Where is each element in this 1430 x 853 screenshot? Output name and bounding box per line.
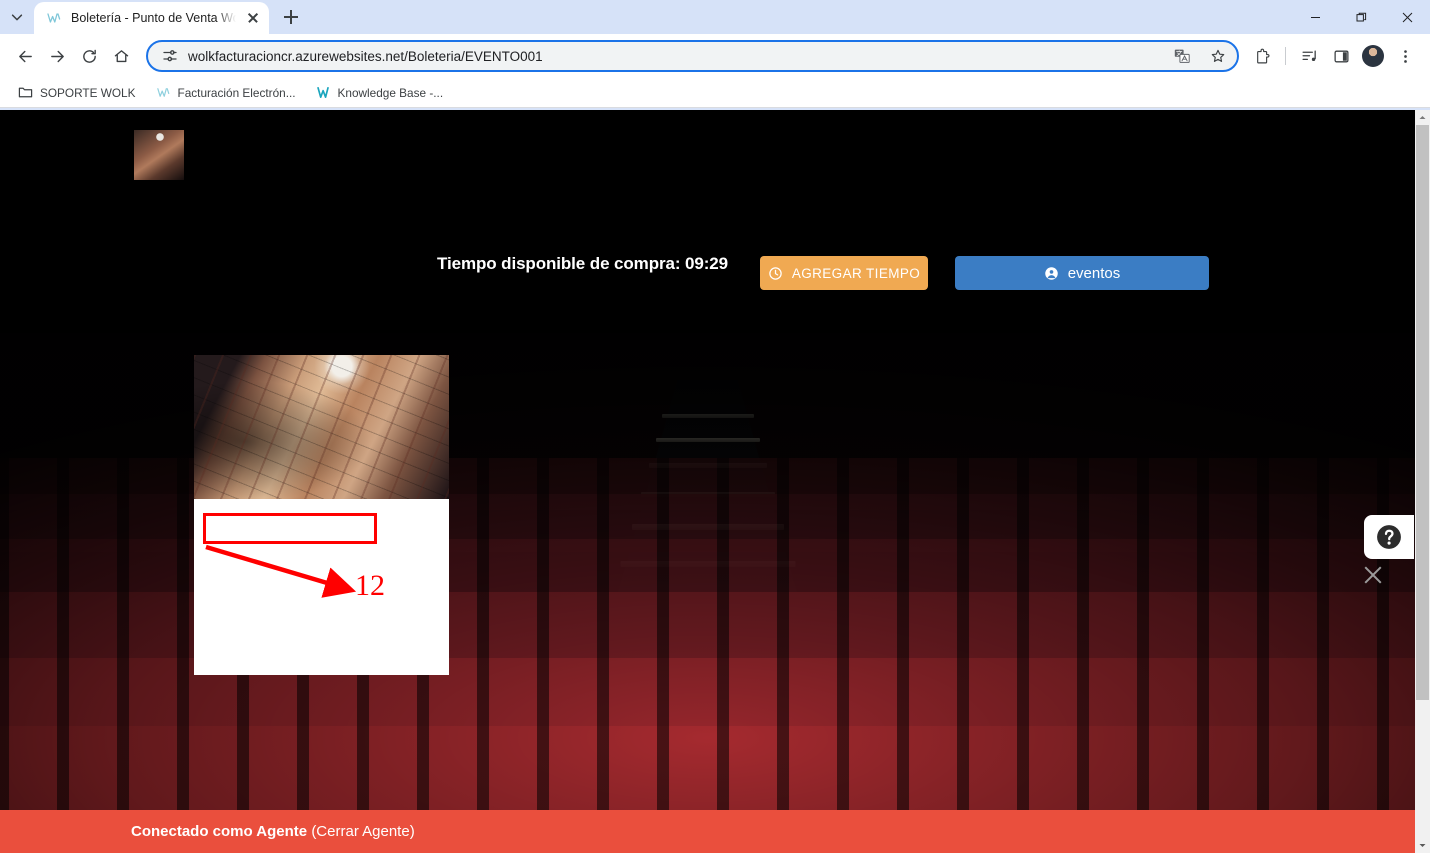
window-controls — [1292, 0, 1430, 34]
agregar-tiempo-button[interactable]: AGREGAR TIEMPO — [760, 256, 928, 290]
tab-search-chevron-icon[interactable] — [0, 0, 34, 34]
page-scrollbar[interactable] — [1415, 110, 1430, 853]
browser-tab[interactable]: Boletería - Punto de Venta Wolk — [34, 2, 269, 34]
event-ticket-image — [194, 355, 449, 499]
tab-strip: Boletería - Punto de Venta Wolk — [0, 0, 1430, 34]
bookmark-star-icon[interactable] — [1205, 43, 1231, 69]
tune-site-settings-icon[interactable] — [162, 48, 178, 64]
question-mark-icon — [1377, 525, 1401, 549]
reload-icon[interactable] — [74, 41, 104, 71]
bookmark-knowledge-base[interactable]: Knowledge Base -... — [308, 82, 452, 103]
bookmark-soporte-wolk[interactable]: SOPORTE WOLK — [10, 82, 144, 103]
event-card[interactable] — [194, 355, 449, 675]
cerrar-agente-link[interactable]: (Cerrar Agente) — [311, 823, 414, 840]
user-circle-icon — [1044, 266, 1058, 280]
browser-window: Boletería - Punto de Venta Wolk wolkfact… — [0, 0, 1430, 853]
translate-icon[interactable] — [1169, 43, 1195, 69]
profile-avatar[interactable] — [1358, 41, 1388, 71]
boleteria-page: Tiempo disponible de compra: 09:29 AGREG… — [0, 110, 1415, 853]
eventos-label: eventos — [1067, 264, 1121, 282]
bookmark-label: Knowledge Base -... — [337, 85, 444, 100]
site-header — [0, 110, 1415, 200]
bookmark-label: SOPORTE WOLK — [40, 85, 136, 100]
scrollbar-thumb[interactable] — [1416, 125, 1429, 700]
help-button[interactable] — [1364, 515, 1414, 559]
bookmark-facturacion-electronica[interactable]: Facturación Electrón... — [148, 82, 304, 103]
wolk-favicon — [46, 10, 62, 26]
agent-status-label: Conectado como Agente — [131, 823, 308, 840]
bookmarks-bar: SOPORTE WOLK Facturación Electrón... Kno… — [0, 78, 1430, 108]
address-bar[interactable]: wolkfacturacioncr.azurewebsites.net/Bole… — [146, 40, 1239, 72]
scroll-down-arrow-icon[interactable] — [1415, 838, 1430, 853]
close-window-button[interactable] — [1384, 0, 1430, 34]
purchase-time-label: Tiempo disponible de compra: 09:29 — [437, 254, 729, 273]
wolk-favicon — [156, 85, 171, 100]
home-icon[interactable] — [106, 41, 136, 71]
minimize-window-button[interactable] — [1292, 0, 1338, 34]
close-tab-icon[interactable] — [245, 10, 261, 26]
agent-status-footer: Conectado como Agente (Cerrar Agente) — [0, 810, 1415, 853]
forward-icon[interactable] — [42, 41, 72, 71]
agregar-tiempo-label: AGREGAR TIEMPO — [791, 265, 921, 281]
site-logo-ticket-thumbnail[interactable] — [134, 130, 184, 180]
bookmark-label: Facturación Electrón... — [177, 85, 296, 100]
browser-toolbar: wolkfacturacioncr.azurewebsites.net/Bole… — [0, 34, 1430, 78]
folder-icon — [18, 85, 33, 100]
toolbar-divider — [1285, 47, 1286, 65]
media-control-icon[interactable] — [1294, 41, 1324, 71]
knowledge-base-favicon — [316, 85, 331, 100]
tab-title: Boletería - Punto de Venta Wolk — [71, 11, 236, 25]
chrome-menu-icon[interactable] — [1390, 41, 1420, 71]
page-viewport: Tiempo disponible de compra: 09:29 AGREG… — [0, 110, 1430, 853]
scroll-up-arrow-icon[interactable] — [1415, 110, 1430, 125]
eventos-button[interactable]: eventos — [955, 256, 1209, 290]
back-icon[interactable] — [10, 41, 40, 71]
extensions-icon[interactable] — [1247, 41, 1277, 71]
new-tab-button[interactable] — [277, 3, 305, 31]
help-close-icon[interactable] — [1361, 563, 1385, 587]
url-text[interactable]: wolkfacturacioncr.azurewebsites.net/Bole… — [188, 49, 1159, 64]
clock-icon — [769, 266, 782, 280]
side-panel-icon[interactable] — [1326, 41, 1356, 71]
restore-window-button[interactable] — [1338, 0, 1384, 34]
